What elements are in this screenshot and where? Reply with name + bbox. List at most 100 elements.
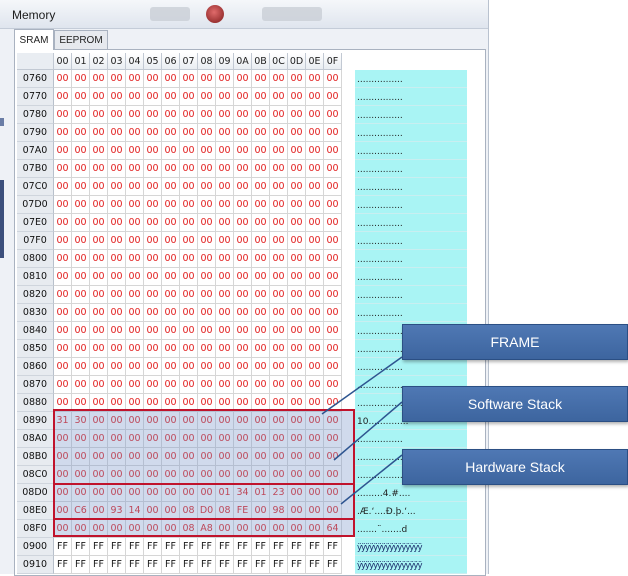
byte-cell[interactable]: A8 xyxy=(198,520,216,538)
byte-cell[interactable]: 00 xyxy=(108,520,126,538)
byte-cell[interactable]: FF xyxy=(306,556,324,574)
byte-cell[interactable]: 00 xyxy=(288,448,306,466)
byte-cell[interactable]: 00 xyxy=(234,376,252,394)
byte-cell[interactable]: 00 xyxy=(126,124,144,142)
byte-cell[interactable]: 00 xyxy=(90,412,108,430)
byte-cell[interactable]: 00 xyxy=(198,448,216,466)
byte-cell[interactable]: 00 xyxy=(198,178,216,196)
byte-cell[interactable]: 00 xyxy=(180,322,198,340)
byte-cell[interactable]: 00 xyxy=(162,196,180,214)
byte-cell[interactable]: 00 xyxy=(306,358,324,376)
byte-cell[interactable]: 00 xyxy=(90,340,108,358)
byte-cell[interactable]: FF xyxy=(252,556,270,574)
byte-cell[interactable]: 08 xyxy=(216,502,234,520)
byte-cell[interactable]: 00 xyxy=(234,106,252,124)
byte-cell[interactable]: 00 xyxy=(108,358,126,376)
byte-cell[interactable]: 00 xyxy=(234,340,252,358)
byte-cell[interactable]: 00 xyxy=(270,160,288,178)
byte-cell[interactable]: 00 xyxy=(234,304,252,322)
byte-cell[interactable]: FF xyxy=(90,538,108,556)
byte-cell[interactable]: 00 xyxy=(324,340,342,358)
byte-cell[interactable]: 00 xyxy=(108,142,126,160)
byte-cell[interactable]: 00 xyxy=(216,286,234,304)
byte-cell[interactable]: 00 xyxy=(90,196,108,214)
byte-cell[interactable]: 00 xyxy=(216,124,234,142)
byte-cell[interactable]: 00 xyxy=(162,88,180,106)
byte-cell[interactable]: 00 xyxy=(144,124,162,142)
byte-cell[interactable]: 00 xyxy=(90,250,108,268)
byte-cell[interactable]: 00 xyxy=(90,430,108,448)
byte-cell[interactable]: 00 xyxy=(90,322,108,340)
byte-cell[interactable]: 00 xyxy=(198,484,216,502)
byte-cell[interactable]: FF xyxy=(216,556,234,574)
byte-cell[interactable]: 00 xyxy=(162,232,180,250)
byte-cell[interactable]: 00 xyxy=(108,376,126,394)
byte-cell[interactable]: 00 xyxy=(144,214,162,232)
byte-cell[interactable]: 00 xyxy=(162,412,180,430)
byte-cell[interactable]: 00 xyxy=(324,466,342,484)
byte-cell[interactable]: 00 xyxy=(216,88,234,106)
byte-cell[interactable]: 00 xyxy=(72,160,90,178)
byte-cell[interactable]: 00 xyxy=(72,232,90,250)
byte-cell[interactable]: FF xyxy=(288,538,306,556)
byte-cell[interactable]: 00 xyxy=(126,214,144,232)
byte-cell[interactable]: 00 xyxy=(162,466,180,484)
byte-cell[interactable]: 00 xyxy=(180,394,198,412)
byte-cell[interactable]: 93 xyxy=(108,502,126,520)
byte-cell[interactable]: 00 xyxy=(90,304,108,322)
byte-cell[interactable]: 00 xyxy=(162,286,180,304)
byte-cell[interactable]: 00 xyxy=(252,376,270,394)
byte-cell[interactable]: 00 xyxy=(126,268,144,286)
byte-cell[interactable]: 00 xyxy=(72,286,90,304)
byte-cell[interactable]: 00 xyxy=(162,70,180,88)
byte-cell[interactable]: 00 xyxy=(216,304,234,322)
byte-cell[interactable]: 00 xyxy=(234,412,252,430)
byte-cell[interactable]: 00 xyxy=(324,106,342,124)
byte-cell[interactable]: 00 xyxy=(90,142,108,160)
byte-cell[interactable]: 00 xyxy=(288,430,306,448)
byte-cell[interactable]: 00 xyxy=(252,304,270,322)
byte-cell[interactable]: 00 xyxy=(144,484,162,502)
byte-cell[interactable]: 00 xyxy=(162,394,180,412)
byte-cell[interactable]: 00 xyxy=(144,160,162,178)
byte-cell[interactable]: 00 xyxy=(144,466,162,484)
byte-cell[interactable]: 00 xyxy=(234,268,252,286)
byte-cell[interactable]: 00 xyxy=(324,142,342,160)
byte-cell[interactable]: 00 xyxy=(144,430,162,448)
byte-cell[interactable]: 00 xyxy=(306,250,324,268)
byte-cell[interactable]: 00 xyxy=(90,70,108,88)
byte-cell[interactable]: 00 xyxy=(270,412,288,430)
byte-cell[interactable]: 00 xyxy=(180,106,198,124)
byte-cell[interactable]: 00 xyxy=(306,196,324,214)
byte-cell[interactable]: 00 xyxy=(144,358,162,376)
byte-cell[interactable]: FF xyxy=(72,538,90,556)
byte-cell[interactable]: 00 xyxy=(126,196,144,214)
byte-cell[interactable]: 00 xyxy=(234,250,252,268)
byte-cell[interactable]: FF xyxy=(270,556,288,574)
byte-cell[interactable]: 00 xyxy=(306,214,324,232)
byte-cell[interactable]: 00 xyxy=(270,394,288,412)
byte-cell[interactable]: 14 xyxy=(126,502,144,520)
byte-cell[interactable]: 00 xyxy=(180,178,198,196)
byte-cell[interactable]: 00 xyxy=(252,466,270,484)
byte-cell[interactable]: 00 xyxy=(90,358,108,376)
byte-cell[interactable]: 00 xyxy=(270,250,288,268)
byte-cell[interactable]: 00 xyxy=(108,160,126,178)
byte-cell[interactable]: 00 xyxy=(72,214,90,232)
byte-cell[interactable]: 00 xyxy=(288,358,306,376)
byte-cell[interactable]: 00 xyxy=(270,430,288,448)
byte-cell[interactable]: 00 xyxy=(54,160,72,178)
byte-cell[interactable]: 00 xyxy=(324,394,342,412)
byte-cell[interactable]: 00 xyxy=(288,250,306,268)
byte-cell[interactable]: 00 xyxy=(198,196,216,214)
byte-cell[interactable]: FF xyxy=(180,556,198,574)
byte-cell[interactable]: 00 xyxy=(288,466,306,484)
byte-cell[interactable]: 00 xyxy=(162,520,180,538)
byte-cell[interactable]: 00 xyxy=(126,448,144,466)
byte-cell[interactable]: 00 xyxy=(288,70,306,88)
byte-cell[interactable]: 00 xyxy=(180,88,198,106)
byte-cell[interactable]: 00 xyxy=(306,484,324,502)
byte-cell[interactable]: 00 xyxy=(252,322,270,340)
byte-cell[interactable]: 00 xyxy=(144,394,162,412)
byte-cell[interactable]: 00 xyxy=(180,286,198,304)
